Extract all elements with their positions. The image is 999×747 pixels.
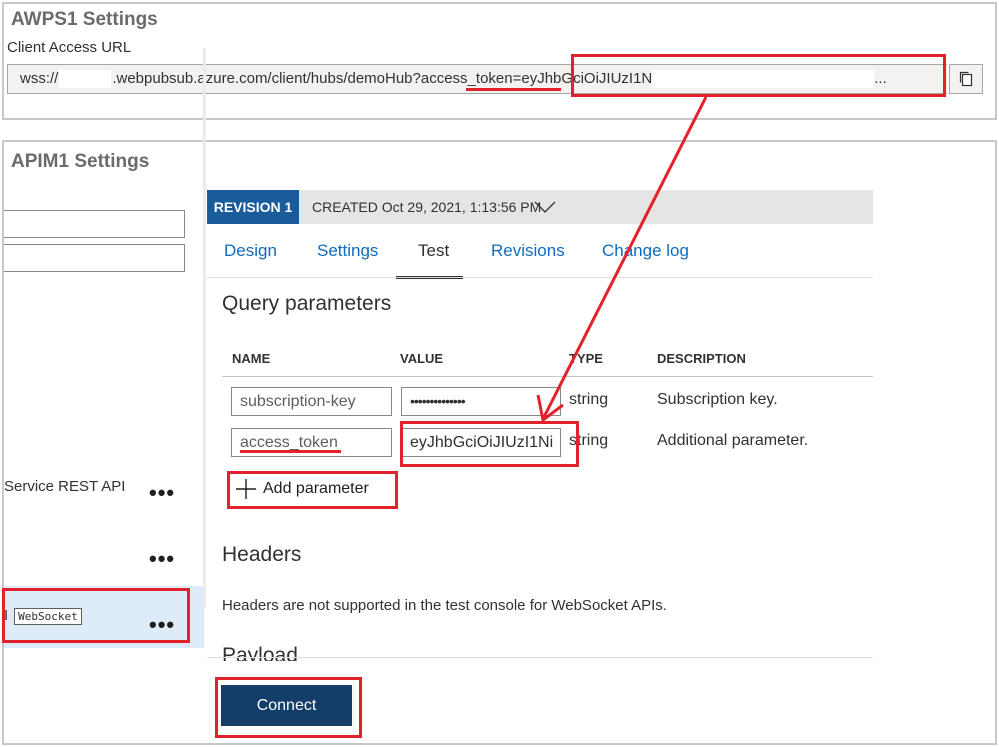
pane-divider	[203, 48, 206, 608]
annotation-value-highlight	[400, 421, 579, 467]
payload-heading: Payload	[222, 644, 298, 661]
revision-badge: REVISION 1	[207, 190, 299, 224]
awps-title: AWPS1 Settings	[11, 9, 158, 30]
param-type: string	[569, 391, 609, 408]
annotation-underline-param-name	[240, 450, 341, 453]
url-middle: .webpubsub.azure.com/client/hubs/demoHub…	[112, 70, 421, 87]
footer-divider	[207, 657, 873, 658]
annotation-connect-highlight	[215, 677, 362, 738]
query-parameters-heading: Query parameters	[222, 292, 392, 315]
param-description: Subscription key.	[657, 391, 778, 408]
annotation-underline-url-param	[466, 88, 561, 91]
more-icon[interactable]: •••	[149, 482, 175, 504]
table-header-divider	[222, 376, 873, 377]
more-icon[interactable]: •••	[149, 548, 175, 570]
chevron-down-icon[interactable]	[534, 201, 556, 213]
tab-change-log[interactable]: Change log	[602, 241, 689, 261]
revision-bar[interactable]: REVISION 1 CREATED Oct 29, 2021, 1:13:56…	[207, 190, 873, 224]
copy-icon	[959, 71, 973, 87]
url-param-name: access_token	[420, 70, 513, 87]
tab-design[interactable]: Design	[224, 241, 277, 261]
copy-button[interactable]	[949, 64, 983, 94]
annotation-token-highlight	[571, 54, 946, 97]
column-header-description: DESCRIPTION	[657, 351, 746, 366]
column-header-value: VALUE	[400, 351, 444, 366]
url-prefix: wss://	[20, 70, 59, 87]
api-search-input[interactable]	[4, 244, 185, 272]
api-list-pane: Service REST API ••• ••• I WebSocket •••	[4, 142, 209, 743]
annotation-add-parameter-highlight	[227, 471, 398, 509]
headers-note: Headers are not supported in the test co…	[222, 597, 667, 614]
param-value-input[interactable]: ••••••••••••••	[401, 387, 561, 416]
column-header-type: TYPE	[569, 351, 603, 366]
column-header-name: NAME	[232, 351, 271, 366]
param-description: Additional parameter.	[657, 432, 809, 449]
headers-heading: Headers	[222, 543, 302, 566]
api-item-label: Service REST API	[4, 478, 126, 495]
annotation-websocket-api-highlight	[2, 588, 190, 643]
redacted-hostname	[59, 70, 112, 89]
tab-revisions[interactable]: Revisions	[491, 241, 565, 261]
tabs-divider	[207, 277, 873, 278]
client-access-url-label: Client Access URL	[7, 39, 132, 56]
api-filter-input[interactable]	[4, 210, 185, 238]
api-item-service-rest[interactable]: Service REST API •••	[4, 468, 204, 526]
revision-created: CREATED Oct 29, 2021, 1:13:56 PM	[312, 199, 542, 215]
param-name-input[interactable]: subscription-key	[231, 387, 392, 416]
api-item-unnamed[interactable]: •••	[4, 532, 204, 590]
tab-settings[interactable]: Settings	[317, 241, 378, 261]
tab-test[interactable]: Test	[418, 241, 449, 261]
